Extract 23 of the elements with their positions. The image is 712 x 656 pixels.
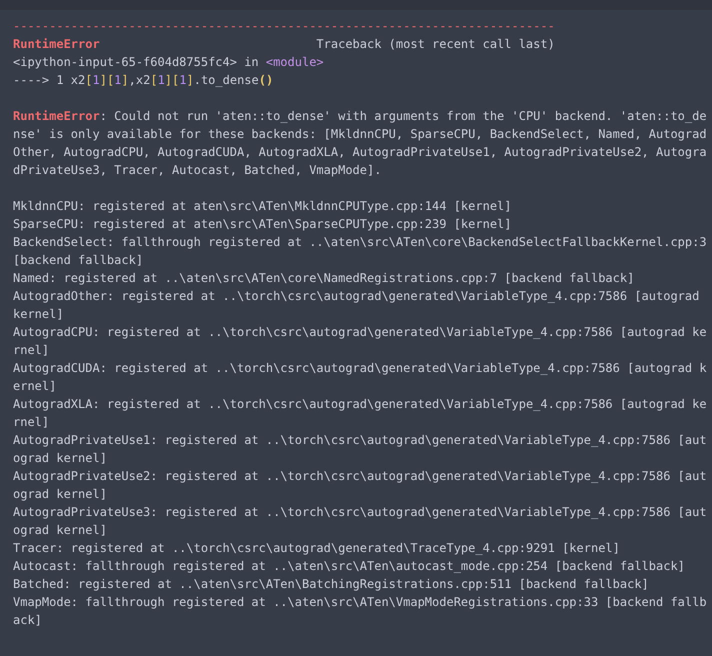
code-line: ----> 1 x2[1][1],x2[1][1].to_dense(): [13, 72, 274, 89]
registration-line: Named: registered at ..\aten\src\ATen\core\NamedRegistrations.cpp:7 [backend fallback]: [13, 270, 636, 287]
module-name: <module>: [266, 54, 324, 71]
registration-line: BackendSelect: fallthrough registered at ..\aten\src\ATen\core\BackendSelectFallbackKernel.cpp:3 [backend fallback]: [13, 234, 708, 269]
registration-line: Tracer: registered at ..\torch\csrc\autograd\generated\TraceType_4.cpp:9291 [kernel]: [13, 540, 621, 557]
registration-line: Batched: registered at ..\aten\src\ATen\BatchingRegistrations.cpp:511 [backend fallback]: [13, 576, 650, 593]
registration-line: AutogradPrivateUse3: registered at ..\torch\csrc\autograd\generated\VariableType_4.cpp:7586 [autograd kernel]: [13, 504, 708, 539]
input-cell-name: <ipython-input-65-f604d8755fc4>: [13, 54, 237, 71]
in-word: in: [244, 54, 259, 71]
registration-line: VmapMode: fallthrough registered at ..\aten\src\ATen\VmapModeRegistrations.cpp:33 [backend fallback]: [13, 594, 708, 629]
registration-line: SparseCPU: registered at aten\src\ATen\SparseCPUType.cpp:239 [kernel]: [13, 216, 512, 233]
registration-line: AutogradOther: registered at ..\torch\csrc\autograd\generated\VariableType_4.cpp:7586 [autograd kernel]: [13, 288, 700, 323]
registration-line: AutogradCUDA: registered at ..\torch\csrc\autograd\generated\VariableType_4.cpp:7586 [autograd kernel]: [13, 360, 708, 395]
registration-line: MkldnnCPU: registered at aten\src\ATen\MkldnnCPUType.cpp:144 [kernel]: [13, 198, 512, 215]
error-type: RuntimeError: [13, 36, 100, 53]
registration-line: AutogradPrivateUse1: registered at ..\torch\csrc\autograd\generated\VariableType_4.cpp:7586 [autograd kernel]: [13, 432, 708, 467]
registration-line: Autocast: fallthrough registered at ..\aten\src\ATen\autocast_mode.cpp:254 [backend fallback]: [13, 558, 686, 575]
registration-line: AutogradPrivateUse2: registered at ..\torch\csrc\autograd\generated\VariableType_4.cpp:7586 [autograd kernel]: [13, 468, 708, 503]
traceback-label: Traceback (most recent call last): [316, 36, 555, 53]
error-message: RuntimeError: Could not run 'aten::to_dense' with arguments from the 'CPU' backend. 'aten::to_dense' is only available for these backends: [MkldnnCPU, SparseCPU, BackendSelect, Named, AutogradOther, AutogradCPU, AutogradCUDA, AutogradXLA, AutogradPrivateUse1, AutogradPrivateUse2, AutogradPrivateUse3, Tracer, Autocast, Batched, VmapMode].: [13, 108, 708, 179]
traceback-rule: ---------------------------------------------------------------------------: [13, 18, 556, 35]
registration-line: AutogradXLA: registered at ..\torch\csrc\autograd\generated\VariableType_4.cpp:7586 [autograd kernel]: [13, 396, 708, 431]
registration-line: AutogradCPU: registered at ..\torch\csrc\autograd\generated\VariableType_4.cpp:7586 [autograd kernel]: [13, 324, 708, 359]
